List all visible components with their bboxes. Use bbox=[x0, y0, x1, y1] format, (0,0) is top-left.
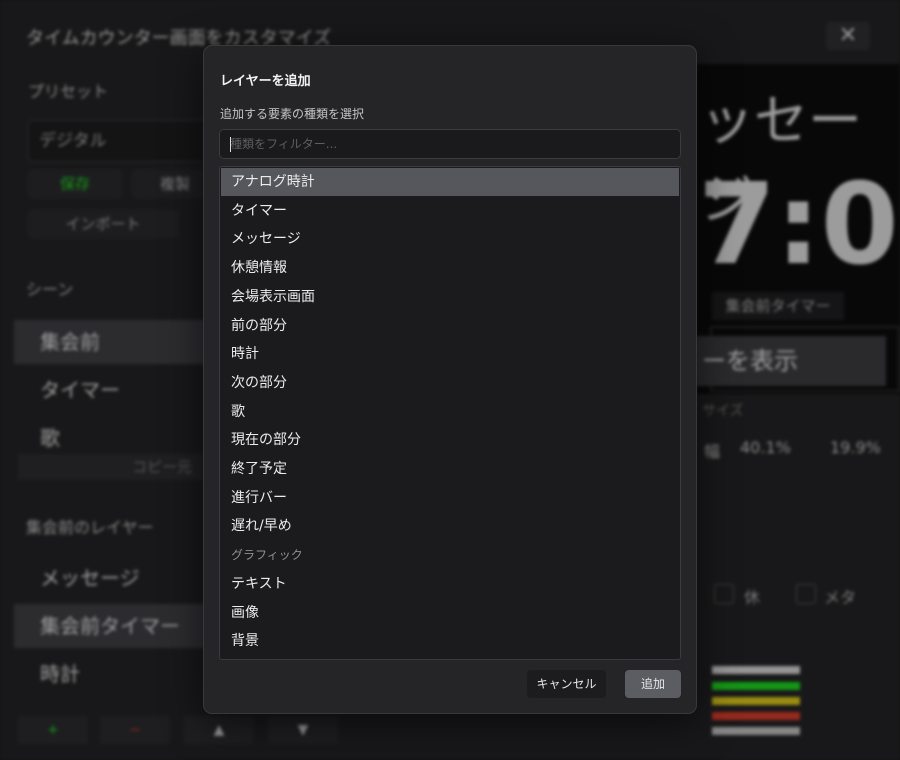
layer-type-list[interactable]: アナログ時計 タイマー メッセージ 休憩情報 会場表示画面 前の部分 時計 次の部分歌現在の部… bbox=[219, 166, 681, 660]
list-option[interactable]: 遅れ/早め bbox=[221, 512, 679, 540]
list-option[interactable]: 画像 bbox=[221, 599, 679, 627]
list-option[interactable]: 歌 bbox=[221, 398, 679, 426]
dialog-title: レイヤーを追加 bbox=[220, 74, 311, 89]
add-layer-dialog: レイヤーを追加 追加する要素の種類を選択 アナログ時計タイマーメッセージ休憩情報… bbox=[203, 45, 697, 714]
list-option[interactable]: 背景 bbox=[221, 627, 679, 655]
add-button[interactable]: 追加 bbox=[625, 670, 681, 698]
list-option[interactable]: 前の部分 bbox=[221, 312, 679, 340]
list-option[interactable]: タイマー bbox=[221, 197, 679, 225]
list-option[interactable]: 次の部分 bbox=[221, 369, 679, 397]
list-option[interactable]: 終了予定 bbox=[221, 455, 679, 483]
type-filter-input[interactable] bbox=[219, 129, 681, 159]
cancel-button[interactable]: キャンセル bbox=[527, 670, 606, 698]
list-option[interactable]: メッセージ bbox=[221, 225, 679, 253]
list-option[interactable]: テキスト bbox=[221, 570, 679, 598]
list-option[interactable]: 進行バー bbox=[221, 484, 679, 512]
list-option[interactable]: 時計 bbox=[221, 340, 679, 368]
dialog-subtitle: 追加する要素の種類を選択 bbox=[220, 107, 365, 121]
list-group-header: グラフィック bbox=[231, 548, 303, 563]
text-caret bbox=[230, 137, 231, 152]
list-option[interactable]: 現在の部分 bbox=[221, 426, 679, 454]
list-option[interactable]: 休憩情報 bbox=[221, 254, 679, 282]
list-option[interactable]: アナログ時計 bbox=[221, 168, 679, 196]
list-option[interactable]: 会場表示画面 bbox=[221, 283, 679, 311]
